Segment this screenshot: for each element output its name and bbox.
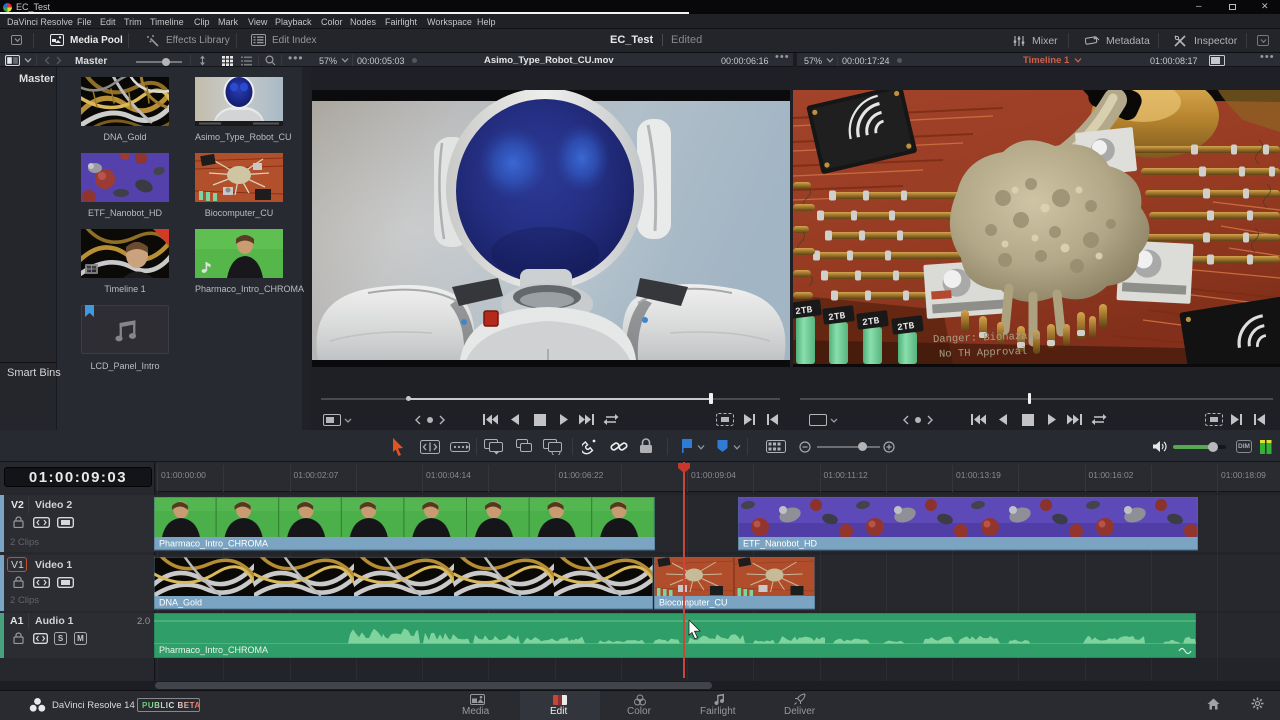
svg-text:ETF_Nanobot_HD: ETF_Nanobot_HD [743,539,818,549]
svg-text:2TB: 2TB [862,315,881,328]
svg-text:2TB: 2TB [828,310,847,323]
svg-text:DNA_Gold: DNA_Gold [159,598,202,608]
svg-text:Pharmaco_Intro_CHROMA: Pharmaco_Intro_CHROMA [159,539,268,549]
svg-text:2TB: 2TB [795,304,814,317]
svg-text:Biocomputer_CU: Biocomputer_CU [659,598,728,608]
svg-text:Pharmaco_Intro_CHROMA: Pharmaco_Intro_CHROMA [159,645,268,655]
svg-text:2TB: 2TB [897,320,916,333]
